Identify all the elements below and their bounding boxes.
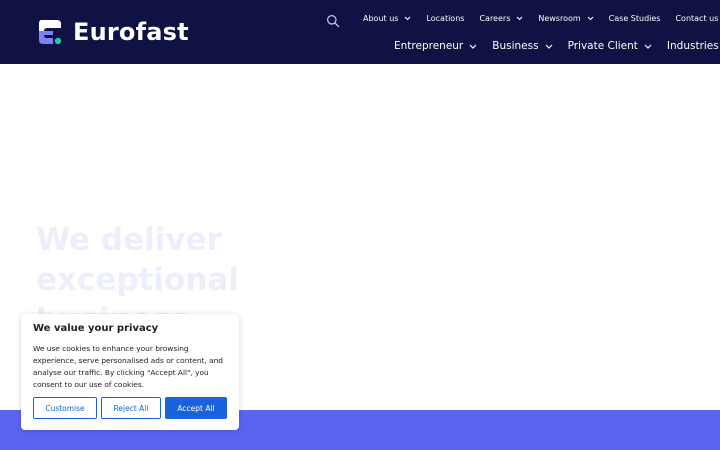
customise-button[interactable]: Customise bbox=[33, 397, 97, 419]
chevron-down-icon bbox=[545, 44, 553, 49]
top-nav-newsroom[interactable]: Newsroom bbox=[538, 14, 594, 23]
top-nav-label: Contact us bbox=[675, 14, 719, 23]
eurofast-logo[interactable]: Eurofast bbox=[35, 18, 189, 46]
main-nav-private-client[interactable]: Private Client bbox=[568, 40, 652, 52]
search-icon bbox=[327, 15, 340, 28]
main-nav-business[interactable]: Business bbox=[492, 40, 552, 52]
top-nav-careers[interactable]: Careers bbox=[479, 14, 523, 23]
chevron-down-icon bbox=[404, 16, 411, 21]
main-navigation: Entrepreneur Business Private Client Ind… bbox=[394, 40, 720, 52]
main-nav-label: Industries bbox=[666, 40, 719, 52]
main-nav-label: Private Client bbox=[567, 40, 638, 52]
top-nav-label: Newsroom bbox=[538, 14, 581, 23]
main-nav-entrepreneur[interactable]: Entrepreneur bbox=[394, 40, 477, 52]
top-nav-about-us[interactable]: About us bbox=[363, 14, 411, 23]
cookie-button-group: Customise Reject All Accept All bbox=[33, 397, 227, 419]
top-nav-label: Case Studies bbox=[608, 14, 661, 23]
chevron-down-icon bbox=[587, 16, 594, 21]
top-nav-case-studies[interactable]: Case Studies bbox=[609, 14, 661, 23]
main-nav-label: Entrepreneur bbox=[394, 40, 464, 52]
main-nav-industries[interactable]: Industries bbox=[667, 40, 720, 52]
top-nav-label: Careers bbox=[479, 14, 511, 23]
chevron-down-icon bbox=[516, 16, 523, 21]
search-button[interactable] bbox=[326, 13, 340, 28]
top-navigation: About us Locations Careers Newsroom Case… bbox=[363, 14, 718, 23]
cookie-consent-banner: We value your privacy We use cookies to … bbox=[21, 314, 239, 430]
reject-all-button[interactable]: Reject All bbox=[101, 397, 161, 419]
cookie-title: We value your privacy bbox=[33, 323, 159, 334]
logo-mark-icon bbox=[39, 20, 62, 45]
chevron-down-icon bbox=[644, 44, 652, 49]
chevron-down-icon bbox=[469, 44, 477, 49]
main-nav-label: Business bbox=[492, 40, 539, 52]
logo-text: Eurofast bbox=[73, 18, 189, 46]
site-header: Eurofast About us Locations Careers News… bbox=[0, 0, 720, 64]
cookie-description: We use cookies to enhance your browsing … bbox=[33, 344, 224, 389]
accept-all-button[interactable]: Accept All bbox=[165, 397, 227, 419]
top-nav-contact-us[interactable]: Contact us bbox=[675, 14, 718, 23]
top-nav-locations[interactable]: Locations bbox=[426, 14, 464, 23]
top-nav-label: Locations bbox=[426, 14, 465, 23]
top-nav-label: About us bbox=[363, 14, 399, 23]
